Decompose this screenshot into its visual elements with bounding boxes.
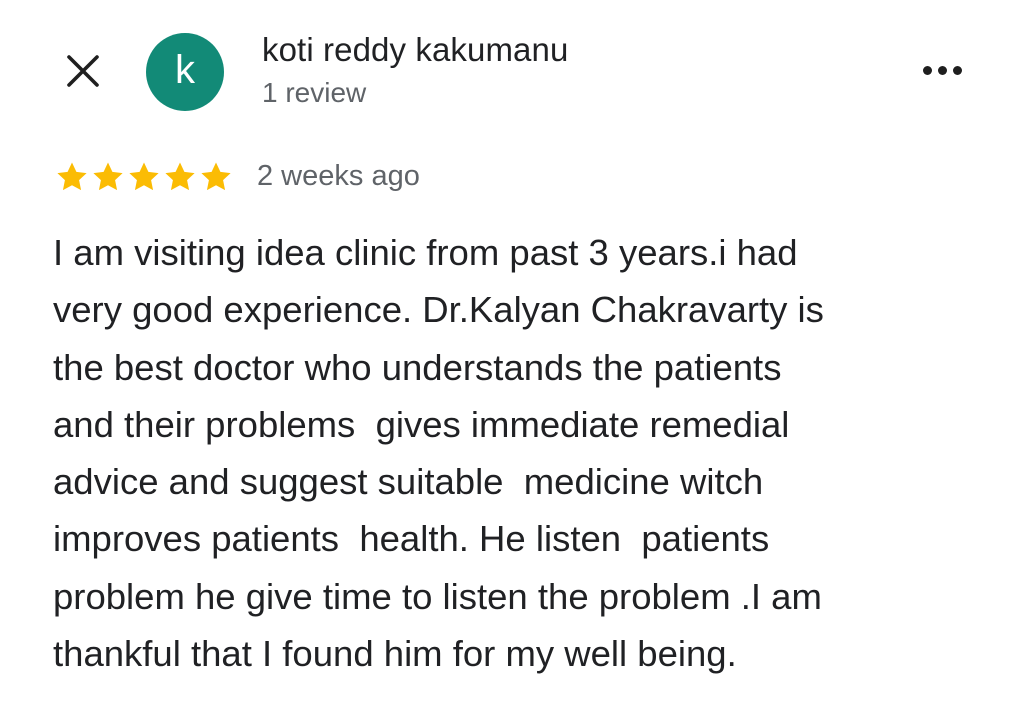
review-count: 1 review	[262, 77, 367, 108]
close-icon	[67, 55, 99, 87]
avatar[interactable]: k	[146, 33, 224, 111]
star-icon	[93, 162, 123, 191]
close-button[interactable]	[60, 48, 106, 94]
review-text-line: thankful that I found him for my well be…	[53, 633, 737, 675]
review-date: 2 weeks ago	[257, 160, 420, 192]
review-text-line: I am visiting idea clinic from past 3 ye…	[53, 232, 798, 273]
review-text-line: improves patients health. He listen pati…	[53, 518, 770, 560]
more-horizontal-icon-dot	[952, 65, 962, 75]
reviewer-name[interactable]: koti reddy kakumanu	[262, 30, 568, 70]
star-icon	[201, 162, 231, 191]
avatar-letter: k	[175, 48, 195, 92]
star-icon	[57, 162, 87, 191]
more-horizontal-icon	[922, 65, 932, 75]
more-options-button[interactable]	[912, 50, 972, 90]
review-text-line: very good experience. Dr.Kalyan Chakrava…	[53, 289, 824, 331]
star-rating	[55, 160, 233, 194]
star-icon	[129, 162, 159, 191]
review-text-line: the best doctor who understands the pati…	[53, 346, 782, 388]
review-text-line: problem he give time to listen the probl…	[53, 575, 822, 617]
more-horizontal-icon-dot	[937, 65, 947, 75]
review-text-line: advice and suggest suitable medicine wit…	[53, 461, 764, 503]
review-text: I am visiting idea clinic from past 3 ye…	[53, 224, 983, 682]
review-text-line: and their problems gives immediate remed…	[53, 403, 790, 445]
star-icon	[165, 162, 195, 191]
